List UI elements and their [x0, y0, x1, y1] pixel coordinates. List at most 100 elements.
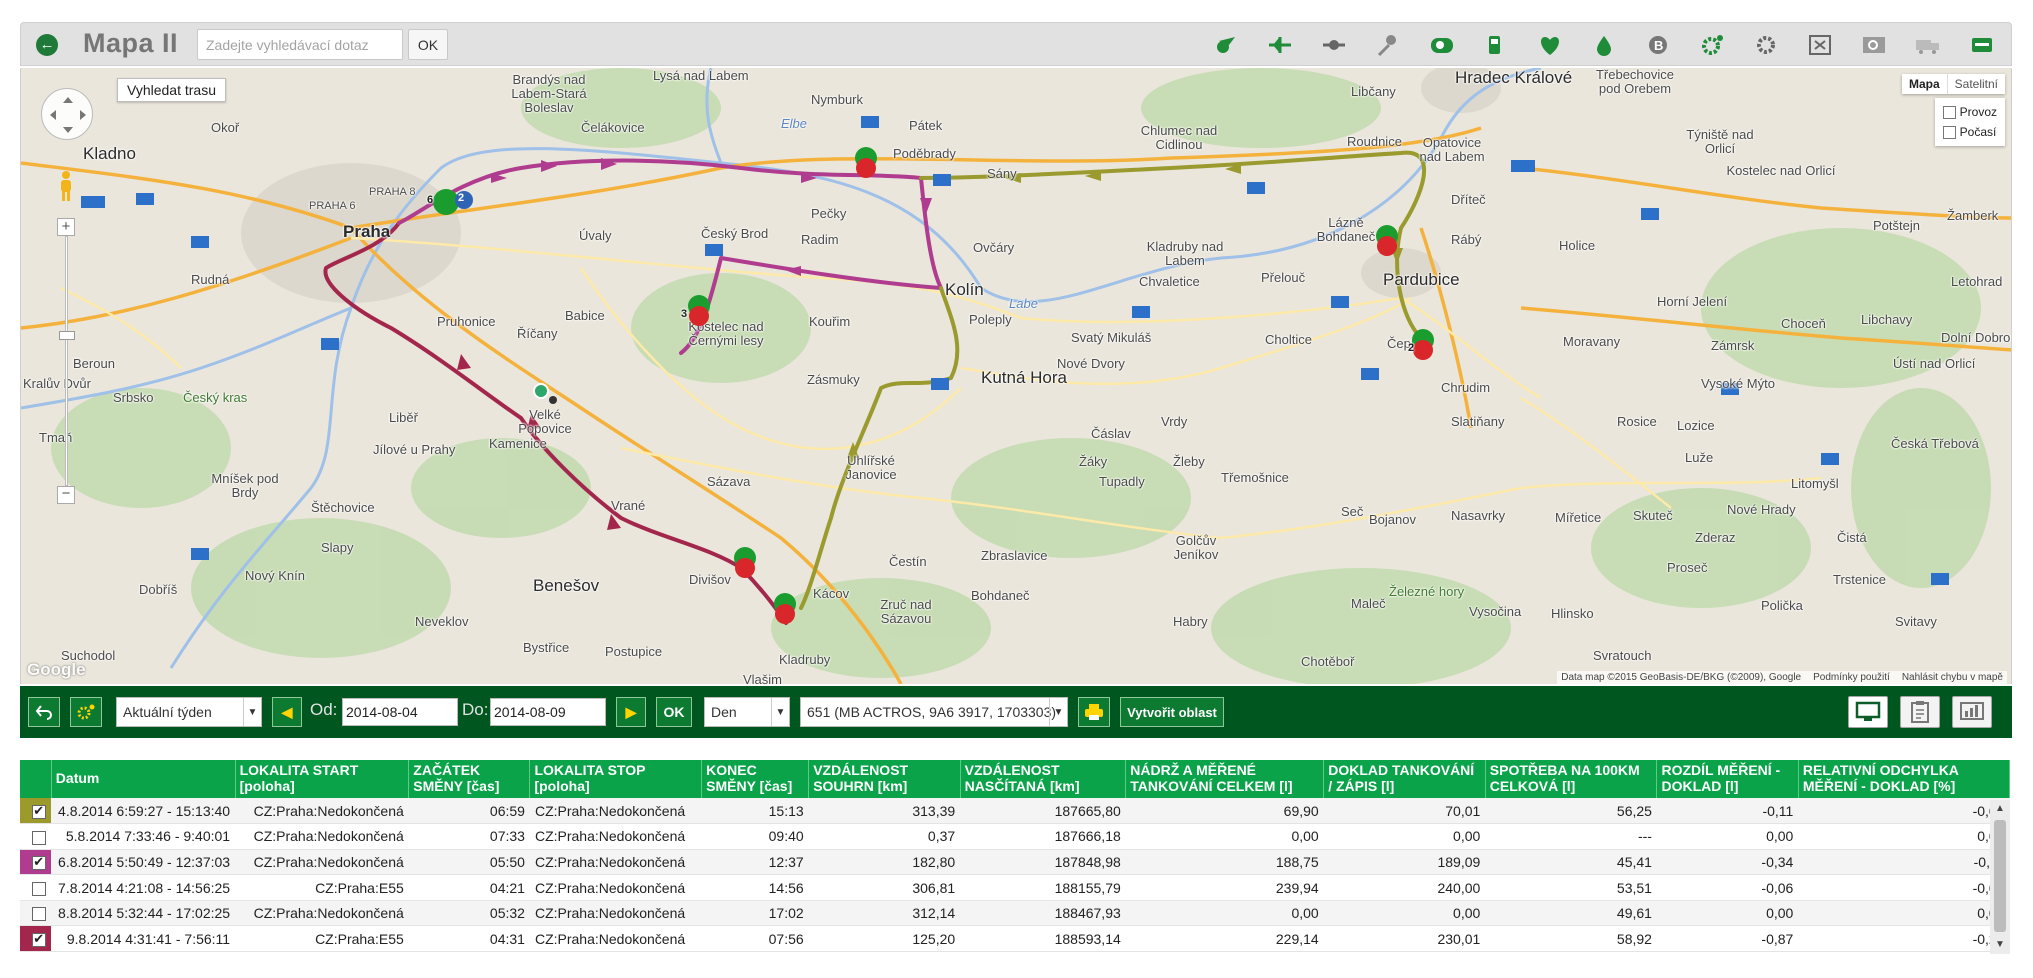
row-select-cell[interactable]	[20, 874, 52, 901]
table-scrollbar[interactable]: ▲ ▼	[1990, 800, 2010, 954]
col-header-distance-total[interactable]: VZDÁLENOST SOUHRN [km]	[808, 760, 961, 798]
row-select-cell[interactable]	[20, 798, 52, 825]
start-stop-marker[interactable]	[688, 295, 710, 326]
table-row[interactable]: 5.8.2014 7:33:46 - 9:40:01 CZ:Praha:Nedok…	[20, 823, 2010, 850]
row-checkbox[interactable]	[32, 881, 47, 896]
col-header-difference[interactable]: ROZDÍL MĚŘENÍ - DOKLAD [l]	[1656, 760, 1799, 798]
view-chart-button[interactable]	[1952, 696, 1992, 728]
row-checkbox[interactable]	[32, 830, 47, 845]
row-select-cell[interactable]	[20, 900, 52, 927]
start-stop-marker[interactable]	[1376, 225, 1398, 256]
scroll-thumb[interactable]	[1994, 820, 2006, 932]
table-row[interactable]: 4.8.2014 6:59:27 - 15:13:40CZ:Praha:Nedo…	[20, 798, 2010, 825]
previous-period-button[interactable]: ◀	[272, 697, 302, 727]
next-period-button[interactable]: ▶	[616, 697, 646, 727]
fuel-pump-icon[interactable]	[1475, 28, 1517, 62]
zoom-search-icon[interactable]	[1853, 28, 1895, 62]
row-select-cell[interactable]	[20, 849, 52, 876]
col-header-location-stop[interactable]: LOKALITA STOP [poloha]	[529, 760, 703, 798]
route-pin-icon[interactable]	[1367, 28, 1409, 62]
eco-start-icon[interactable]	[1529, 28, 1571, 62]
b-badge-icon[interactable]: B	[1637, 28, 1679, 62]
table-row[interactable]: 7.8.2014 4:21:08 - 14:56:25 CZ:Praha:E55 0…	[20, 874, 2010, 901]
start-stop-marker[interactable]	[1412, 329, 1434, 360]
card-icon[interactable]	[1961, 28, 2003, 62]
layer-weather[interactable]: Počasí	[1942, 122, 1997, 142]
zoom-out-button[interactable]: −	[57, 486, 75, 504]
view-map-button[interactable]	[1848, 696, 1888, 728]
find-route-button[interactable]: Vyhledat trasu	[117, 78, 226, 102]
traffic-checkbox[interactable]	[1942, 105, 1956, 119]
back-arrow-icon[interactable]: ←	[36, 34, 58, 56]
apply-ok-button[interactable]: OK	[656, 697, 692, 727]
gear-icon[interactable]	[1745, 28, 1787, 62]
scroll-up-icon[interactable]: ▲	[1990, 800, 2010, 818]
row-select-cell[interactable]	[20, 823, 52, 850]
chart-icon	[1960, 702, 1984, 720]
cell-difference: -0,34	[1656, 849, 1799, 876]
create-area-button[interactable]: Vytvořit oblast	[1120, 697, 1224, 727]
cell-distance-total: 182,80	[808, 849, 961, 876]
line-node-icon[interactable]	[1313, 28, 1355, 62]
row-checkbox[interactable]	[32, 931, 47, 947]
start-stop-marker[interactable]	[855, 147, 877, 178]
undo-button[interactable]	[28, 697, 60, 727]
airplane-icon[interactable]	[1259, 28, 1301, 62]
chevron-down-icon: ▼	[771, 698, 789, 726]
table-row[interactable]: 6.8.2014 5:50:49 - 12:37:03CZ:Praha:Nedo…	[20, 849, 2010, 876]
weather-checkbox[interactable]	[1942, 125, 1956, 139]
settings-button[interactable]	[70, 697, 102, 727]
from-date-input[interactable]: 2014-08-04	[342, 698, 458, 726]
row-select-cell[interactable]	[20, 925, 52, 953]
route-play-icon[interactable]	[1205, 28, 1247, 62]
to-date-input[interactable]: 2014-08-09	[490, 698, 606, 726]
row-checkbox[interactable]	[32, 907, 47, 922]
col-header-consumption[interactable]: SPOTŘEBA NA 100KM CELKOVÁ [l]	[1485, 760, 1658, 798]
vehicle-position-icon[interactable]	[533, 383, 549, 399]
search-ok-button[interactable]: OK	[408, 29, 448, 60]
col-header-shift-end[interactable]: KONEC SMĚNY [čas]	[701, 760, 810, 798]
camera-icon[interactable]	[1421, 28, 1463, 62]
pan-control[interactable]	[41, 88, 93, 140]
start-marker[interactable]	[433, 189, 473, 215]
row-checkbox[interactable]	[32, 803, 47, 819]
direction-dot-icon	[549, 396, 557, 404]
col-header-distance-cumulative[interactable]: VZDÁLENOST NASČÍTANÁ [km]	[960, 760, 1127, 798]
col-header-tank-measured[interactable]: NÁDRŽ A MĚŘENÉ TANKOVÁNÍ CELKEM [l]	[1125, 760, 1325, 798]
scroll-down-icon[interactable]: ▼	[1990, 936, 2010, 954]
map-type-satellite[interactable]: Satelitní	[1946, 74, 2005, 94]
col-header-relative-deviation[interactable]: RELATIVNÍ ODCHYLKA MĚŘENÍ - DOKLAD [%]	[1798, 760, 2011, 798]
start-stop-marker[interactable]	[734, 547, 756, 578]
truck-icon[interactable]	[1907, 28, 1949, 62]
vehicle-select[interactable]: 651 (MB ACTROS, 9A6 3917, 1703303) ▼	[800, 697, 1068, 727]
row-checkbox[interactable]	[32, 854, 47, 871]
table-row[interactable]: 8.8.2014 5:32:44 - 17:02:25 CZ:Praha:Nedo…	[20, 900, 2010, 927]
street-view-pegman-icon[interactable]	[58, 170, 74, 202]
cell-receipt: 0,00	[1323, 900, 1486, 927]
fullscreen-icon[interactable]	[1799, 28, 1841, 62]
view-report-button[interactable]	[1900, 696, 1940, 728]
col-header-shift-start[interactable]: ZAČÁTEK SMĚNY [čas]	[408, 760, 531, 798]
terms-link[interactable]: Podmínky použití	[1813, 672, 1890, 683]
granularity-select[interactable]: Den ▼	[704, 697, 790, 727]
start-stop-marker[interactable]	[774, 593, 796, 624]
gear-plus-icon[interactable]	[1691, 28, 1733, 62]
col-header-receipt[interactable]: DOKLAD TANKOVÁNÍ / ZÁPIS [l]	[1323, 760, 1486, 798]
traffic-label: Provoz	[1959, 105, 1997, 119]
zoom-slider-handle[interactable]	[59, 331, 75, 340]
zoom-slider-track[interactable]	[65, 236, 68, 486]
table-row[interactable]: 9.8.2014 4:31:41 - 7:56:11CZ:Praha:E5504…	[20, 925, 2010, 953]
map-canvas[interactable]: Kladno Okoř Brandýs nad Labem-Stará Bole…	[20, 68, 2012, 684]
layer-traffic[interactable]: Provoz	[1942, 102, 1997, 122]
cell-tank-measured: 239,94	[1125, 874, 1324, 901]
zoom-in-button[interactable]: +	[57, 218, 75, 236]
drop-icon[interactable]	[1583, 28, 1625, 62]
search-input[interactable]	[197, 29, 403, 60]
print-button[interactable]	[1078, 697, 1110, 727]
col-header-date[interactable]: Datum	[51, 760, 236, 798]
period-select[interactable]: Aktuální týden ▼	[116, 697, 262, 727]
cell-location-start: CZ:Praha:Nedokončená	[235, 849, 409, 876]
map-type-map[interactable]: Mapa	[1902, 74, 1947, 94]
col-header-location-start[interactable]: LOKALITA START [poloha]	[235, 760, 410, 798]
report-error-link[interactable]: Nahlásit chybu v mapě	[1902, 672, 2003, 683]
